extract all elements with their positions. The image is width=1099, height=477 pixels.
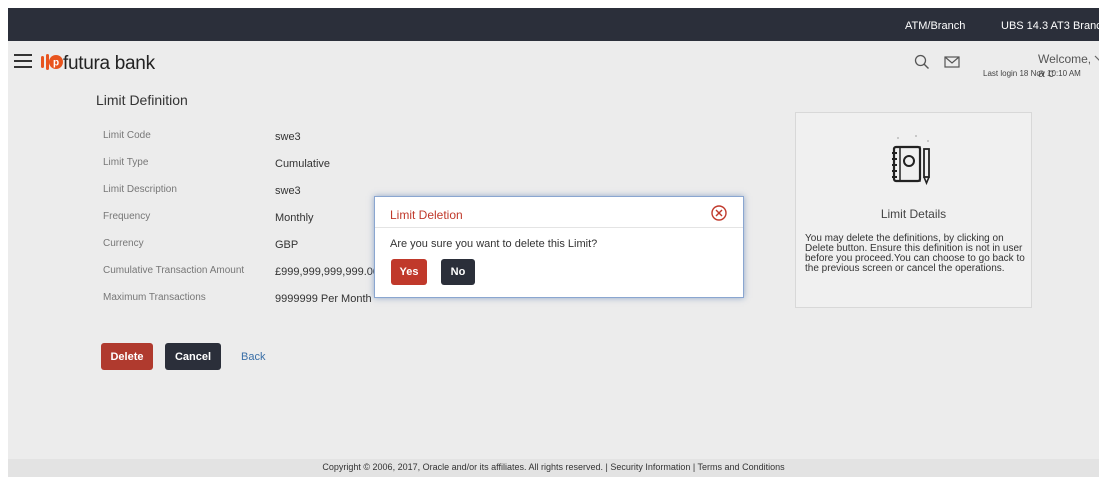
dialog-message: Are you sure you want to delete this Lim… [390, 238, 598, 250]
limit-type-label: Limit Type [103, 157, 149, 168]
bank-name: futura bank [63, 53, 155, 74]
branch-selector[interactable]: UBS 14.3 AT3 Branch [1001, 20, 1099, 32]
notebook-icon [892, 135, 930, 186]
top-bar: ATM/Branch UBS 14.3 AT3 Branch [8, 8, 1099, 41]
frequency-value: Monthly [275, 212, 314, 224]
limit-description-value: swe3 [275, 185, 301, 197]
footer: Copyright © 2006, 2017, Oracle and/or it… [8, 459, 1099, 477]
limit-code-value: swe3 [275, 131, 301, 143]
delete-button[interactable]: Delete [101, 343, 153, 370]
atm-branch-link[interactable]: ATM/Branch [905, 20, 965, 32]
max-transactions-label: Maximum Transactions [103, 292, 206, 303]
branch-label: UBS 14.3 AT3 Branch [1001, 20, 1099, 32]
no-button[interactable]: No [441, 259, 475, 285]
frequency-label: Frequency [103, 211, 151, 222]
limit-deletion-dialog: Limit Deletion Are you sure you want to … [374, 196, 744, 298]
panel-description: You may delete the definitions, by click… [805, 233, 1025, 274]
app-header: p futura bank Welcome, a c Last login 18… [8, 41, 1099, 86]
yes-button[interactable]: Yes [391, 259, 427, 285]
currency-label: Currency [103, 238, 144, 249]
chevron-down-icon[interactable] [1094, 54, 1099, 64]
limit-code-label: Limit Code [103, 130, 151, 141]
menu-icon[interactable] [14, 54, 32, 68]
back-link[interactable]: Back [241, 351, 265, 363]
limit-type-value: Cumulative [275, 158, 331, 170]
mail-icon[interactable] [944, 55, 960, 69]
search-icon[interactable] [914, 54, 930, 70]
futura-logo-icon: p [41, 54, 63, 70]
dialog-title: Limit Deletion [390, 208, 463, 222]
cancel-button[interactable]: Cancel [165, 343, 221, 370]
cumulative-amount-label: Cumulative Transaction Amount [103, 265, 245, 276]
dialog-divider [375, 227, 743, 228]
svg-text:p: p [53, 58, 59, 69]
limit-description-label: Limit Description [103, 184, 177, 195]
last-login: Last login 18 Nov 10:10 AM [983, 69, 1081, 78]
currency-value: GBP [275, 239, 299, 251]
close-circle-icon[interactable] [711, 205, 727, 221]
limit-details-panel: Limit Details You may delete the definit… [795, 112, 1032, 308]
page-title: Limit Definition [96, 92, 188, 108]
panel-title: Limit Details [880, 207, 947, 221]
max-transactions-value: 9999999 Per Month [275, 293, 372, 305]
cumulative-amount-value: £999,999,999,999.00 [275, 266, 379, 278]
top-strip [0, 0, 1099, 8]
